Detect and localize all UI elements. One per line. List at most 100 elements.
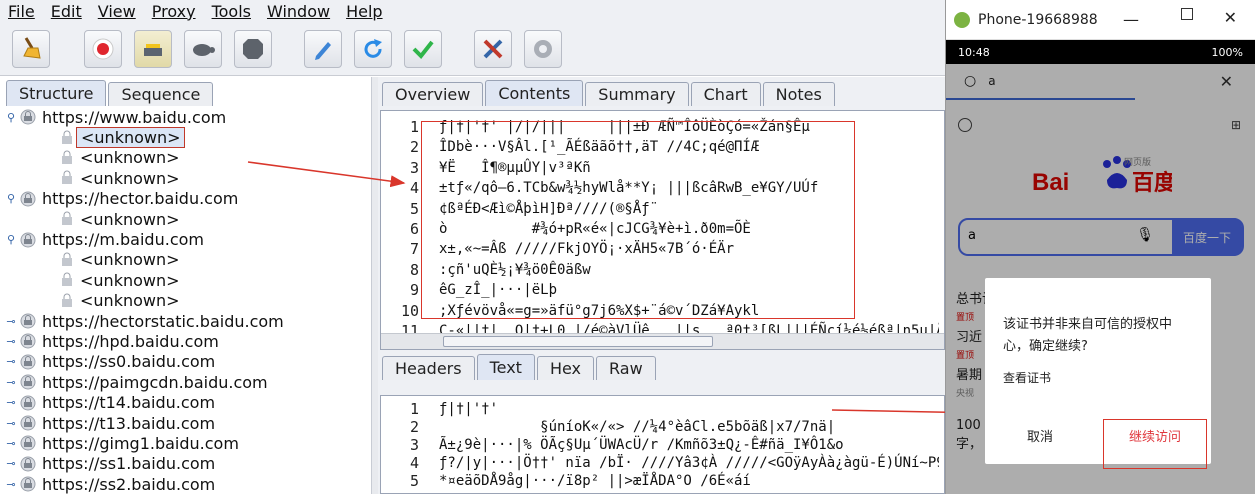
- stop-icon[interactable]: [234, 30, 272, 68]
- collapsed-icon[interactable]: ⊸: [4, 396, 18, 409]
- code-line: ƒ|†|'†': [439, 401, 499, 417]
- tree-request[interactable]: <unknown>: [4, 250, 370, 270]
- tree-host[interactable]: ⚲ https://www.baidu.com: [4, 107, 370, 127]
- expanded-icon[interactable]: ⚲: [4, 192, 18, 205]
- toolbar: [0, 22, 945, 76]
- line-number: 10: [400, 301, 419, 320]
- collapsed-icon[interactable]: ⊸: [4, 335, 18, 348]
- tree-host[interactable]: ⊸ https://hectorstatic.baidu.com: [4, 311, 370, 331]
- request-label: <unknown>: [80, 250, 180, 270]
- cancel-button[interactable]: 取消: [1027, 426, 1053, 445]
- host-label: https://ss0.baidu.com: [42, 352, 216, 372]
- tab-headers[interactable]: Headers: [382, 356, 475, 380]
- tools-icon[interactable]: [474, 30, 512, 68]
- line-number: 4: [409, 454, 419, 472]
- collapsed-icon[interactable]: ⊸: [4, 315, 18, 328]
- tree-host[interactable]: ⊸ https://t14.baidu.com: [4, 392, 370, 412]
- lock-icon: [18, 476, 38, 492]
- request-label: <unknown>: [80, 291, 180, 311]
- lock-icon: [18, 435, 38, 451]
- menu-edit[interactable]: Edit: [43, 2, 90, 21]
- expanded-icon[interactable]: ⚲: [4, 233, 18, 246]
- host-label: https://ss2.baidu.com: [42, 474, 216, 494]
- host-label: https://hector.baidu.com: [42, 189, 239, 209]
- tree-request[interactable]: <unknown>: [4, 270, 370, 290]
- tree-host[interactable]: ⚲ https://m.baidu.com: [4, 229, 370, 249]
- continue-highlight: [1103, 419, 1207, 469]
- collapsed-icon[interactable]: ⊸: [4, 457, 18, 470]
- turtle-icon[interactable]: [184, 30, 222, 68]
- request-label: <unknown>: [80, 209, 180, 229]
- request-label: <unknown>: [80, 270, 180, 290]
- tree-request[interactable]: <unknown>: [4, 209, 370, 229]
- minimize-icon[interactable]: —: [1123, 10, 1139, 29]
- tab-chart[interactable]: Chart: [690, 82, 761, 106]
- lock-icon: [18, 374, 38, 390]
- request-label: <unknown>: [80, 148, 180, 168]
- tree-request[interactable]: <unknown>: [4, 291, 370, 311]
- horizontal-scrollbar[interactable]: [381, 333, 944, 349]
- menu-view[interactable]: View: [90, 2, 144, 21]
- view-certificate-link[interactable]: 查看证书: [1003, 369, 1051, 386]
- maximize-icon[interactable]: [1181, 8, 1193, 20]
- tab-hex[interactable]: Hex: [536, 356, 595, 380]
- record-icon[interactable]: [84, 30, 122, 68]
- tree-request[interactable]: <unknown>: [4, 127, 370, 149]
- status-battery: 100%: [1211, 45, 1243, 59]
- line-number: 6: [409, 220, 419, 239]
- broom-icon[interactable]: [12, 30, 50, 68]
- pen-icon[interactable]: [304, 30, 342, 68]
- collapsed-icon[interactable]: ⊸: [4, 437, 18, 450]
- collapsed-icon[interactable]: ⊸: [4, 417, 18, 430]
- collapsed-icon[interactable]: ⊸: [4, 355, 18, 368]
- tab-notes[interactable]: Notes: [762, 82, 835, 106]
- tree-request[interactable]: <unknown>: [4, 148, 370, 168]
- check-icon[interactable]: [404, 30, 442, 68]
- lock-icon: [18, 109, 38, 125]
- code-line: ƒ?/|y|···|Ö††' nïa /bÏ· ////Yâ3¢À /////<…: [439, 455, 939, 471]
- tab-text[interactable]: Text: [476, 354, 535, 380]
- collapsed-icon[interactable]: ⊸: [4, 376, 18, 389]
- close-icon[interactable]: ✕: [1224, 8, 1237, 27]
- scrollbar-thumb[interactable]: [443, 336, 713, 347]
- tree-request[interactable]: <unknown>: [4, 168, 370, 188]
- tab-overview[interactable]: Overview: [382, 82, 484, 106]
- host-label: https://hpd.baidu.com: [42, 331, 219, 351]
- phone-title: Phone-19668988: [978, 11, 1098, 28]
- tab-structure[interactable]: Structure: [6, 80, 107, 106]
- tree-host[interactable]: ⊸ https://ss2.baidu.com: [4, 474, 370, 494]
- code-line: *¤eäõDÅ9åg|···/ï8p² ||>æÏÅDA°O /6É«áí: [439, 473, 751, 489]
- tree-host[interactable]: ⊸ https://gimg1.baidu.com: [4, 433, 370, 453]
- menu-window[interactable]: Window: [259, 2, 338, 21]
- lock-icon: [18, 456, 38, 472]
- tree-host[interactable]: ⊸ https://t13.baidu.com: [4, 413, 370, 433]
- line-number: 4: [409, 179, 419, 198]
- refresh-icon[interactable]: [354, 30, 392, 68]
- host-label: https://t14.baidu.com: [42, 393, 216, 413]
- throttle-icon[interactable]: [134, 30, 172, 68]
- tab-raw[interactable]: Raw: [596, 356, 656, 380]
- settings-icon[interactable]: [524, 30, 562, 68]
- line-number: 7: [409, 240, 419, 259]
- lock-icon: [18, 313, 38, 329]
- host-label: https://t13.baidu.com: [42, 413, 216, 433]
- tree-host[interactable]: ⊸ https://paimgcdn.baidu.com: [4, 372, 370, 392]
- structure-pane: Structure Sequence ⚲ https://www.baidu.co…: [0, 77, 372, 494]
- tab-summary[interactable]: Summary: [585, 82, 689, 106]
- menu-tools[interactable]: Tools: [204, 2, 259, 21]
- menu-proxy[interactable]: Proxy: [144, 2, 204, 21]
- menu-help[interactable]: Help: [338, 2, 390, 21]
- host-label: https://ss1.baidu.com: [42, 454, 216, 474]
- collapsed-icon[interactable]: ⊸: [4, 478, 18, 491]
- tree-host[interactable]: ⊸ https://ss0.baidu.com: [4, 352, 370, 372]
- tab-contents[interactable]: Contents: [485, 80, 584, 106]
- menu-file[interactable]: File: [0, 2, 43, 21]
- tab-sequence[interactable]: Sequence: [108, 82, 214, 106]
- tree-host[interactable]: ⊸ https://ss1.baidu.com: [4, 454, 370, 474]
- tree-host[interactable]: ⚲ https://hector.baidu.com: [4, 189, 370, 209]
- text-viewer[interactable]: 12345 ƒ|†|'†' §úníoK«/«> //¼4°èâCl.e5bõä…: [380, 395, 945, 494]
- host-label: https://m.baidu.com: [42, 230, 204, 250]
- expanded-icon[interactable]: ⚲: [4, 111, 18, 124]
- tree-host[interactable]: ⊸ https://hpd.baidu.com: [4, 331, 370, 351]
- status-time: 10:48: [958, 45, 990, 59]
